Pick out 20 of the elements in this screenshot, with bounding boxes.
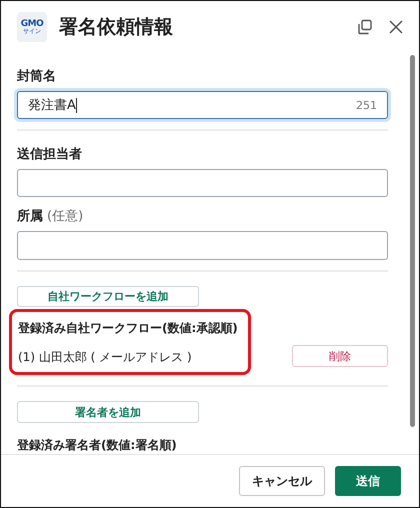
input-field[interactable]: [17, 231, 388, 260]
input-field[interactable]: [17, 169, 388, 198]
scrollbar[interactable]: [410, 55, 415, 427]
cancel-button[interactable]: キャンセル: [239, 466, 325, 496]
field-label: 所属: [17, 208, 43, 226]
field-label: 封筒名: [17, 68, 56, 85]
add-workflow-button[interactable]: 自社ワークフローを追加: [17, 286, 199, 308]
field-label: 送信担当者: [17, 146, 82, 164]
character-counter: 251: [356, 98, 377, 112]
close-icon[interactable]: [389, 20, 403, 34]
optional-hint: (任意): [47, 208, 84, 226]
workflow-heading: 登録済み自社ワークフロー(数値:承認順): [18, 320, 239, 338]
window-title: 署名依頼情報: [59, 15, 174, 40]
workflow-entry: (1) 山田太郎 ( メールアドレス ): [18, 349, 193, 366]
submit-button[interactable]: 送信: [335, 466, 401, 496]
add-signer-button[interactable]: 署名者を追加: [17, 401, 199, 423]
signers-heading: 登録済み署名者(数値:署名順): [17, 437, 178, 454]
input-field[interactable]: 発注書A 251: [17, 91, 388, 120]
copy-icon[interactable]: [357, 19, 373, 35]
delete-button[interactable]: 削除: [292, 345, 388, 368]
